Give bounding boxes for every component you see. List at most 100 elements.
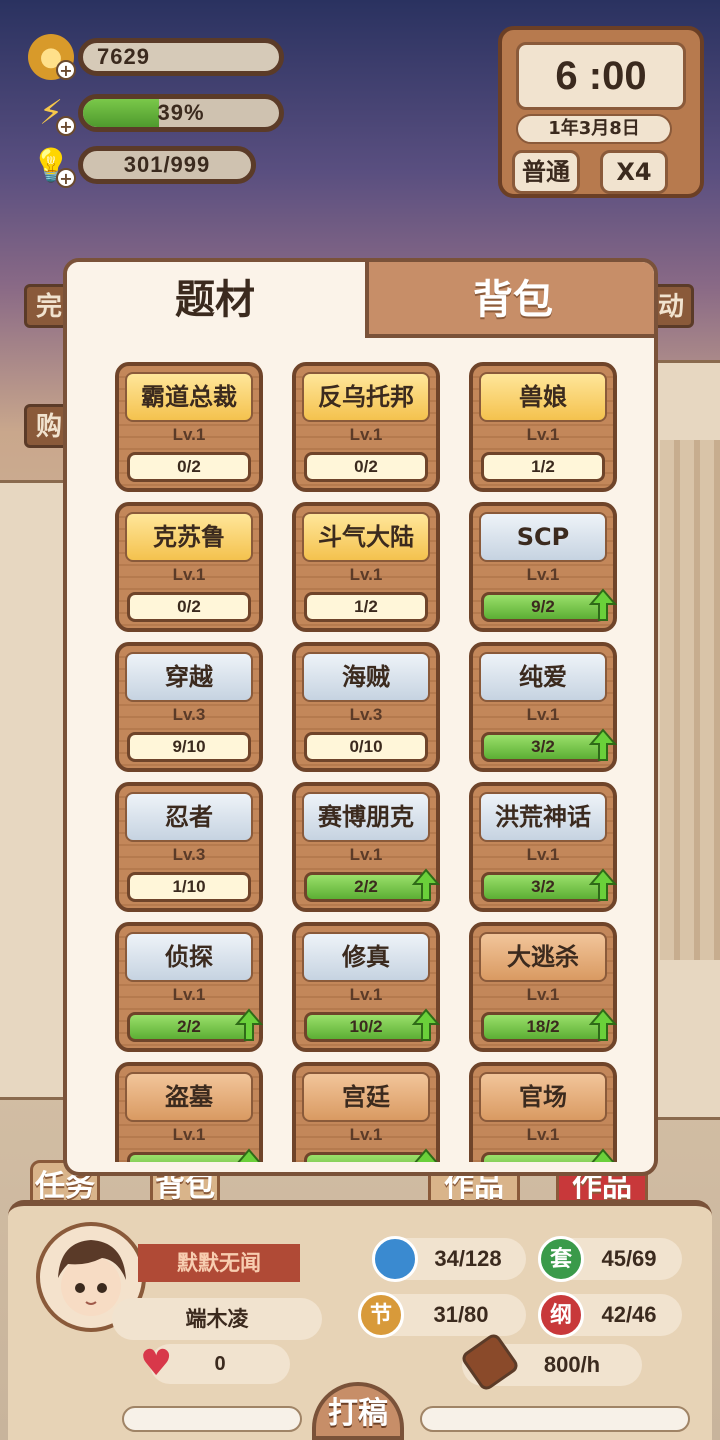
topic-progress: 0/10 (304, 732, 428, 762)
topic-level: Lv.1 (526, 565, 560, 584)
stat-icon: 纲 (538, 1292, 584, 1338)
energy-bar: 39% (78, 94, 284, 132)
rate-value: 800/h (543, 1352, 601, 1377)
add-coins-icon[interactable]: + (56, 60, 76, 80)
topic-card[interactable]: 修真 Lv.1 10/2 (292, 922, 440, 1052)
coins-bar: 7629 (78, 38, 284, 76)
energy-resource[interactable]: ⚡ + 39% (28, 90, 288, 136)
upgrade-arrow-icon (412, 1008, 440, 1041)
clock-time: 6 :00 (516, 42, 686, 110)
upgrade-arrow-icon (412, 868, 440, 901)
energy-value: 39% (157, 100, 205, 125)
topic-level: Lv.1 (526, 845, 560, 864)
upgrade-arrow-icon (591, 1148, 615, 1162)
tab-backpack[interactable]: 背包 (365, 262, 654, 338)
topic-card[interactable]: 大逃杀 Lv.1 18/2 (469, 922, 617, 1052)
topic-level: Lv.1 (349, 425, 383, 444)
topic-name: 斗气大陆 (302, 512, 430, 562)
topic-progress: 9/2 (481, 592, 605, 622)
topic-level: Lv.1 (349, 985, 383, 1004)
topic-level: Lv.1 (526, 985, 560, 1004)
tab-topics[interactable]: 题材 (67, 262, 363, 338)
add-inspiration-icon[interactable]: + (56, 168, 76, 188)
topic-progress: 3/2 (481, 872, 605, 902)
writing-progress-left (122, 1406, 302, 1432)
speed-mode-button[interactable]: 普通 (512, 150, 580, 194)
topic-card[interactable]: SCP Lv.1 9/2 (469, 502, 617, 632)
background-stripes-right (660, 440, 720, 960)
topic-level: Lv.1 (172, 1125, 206, 1144)
inspiration-value: 301/999 (123, 152, 211, 177)
topic-progress: 2/2 (304, 872, 428, 902)
topic-card[interactable]: 兽娘 Lv.1 1/2 (469, 362, 617, 492)
topic-card[interactable]: 海贼 Lv.3 0/10 (292, 642, 440, 772)
topic-card[interactable]: 反乌托邦 Lv.1 0/2 (292, 362, 440, 492)
inspiration-bar: 301/999 (78, 146, 256, 184)
topic-card[interactable]: 赛博朋克 Lv.1 2/2 (292, 782, 440, 912)
stat-value: 31/80 (433, 1302, 489, 1327)
coins-value: 7629 (97, 44, 150, 69)
topic-progress: 1/10 (127, 872, 251, 902)
topic-level: Lv.1 (349, 1125, 383, 1144)
inspiration-resource[interactable]: 💡 + 301/999 (28, 142, 260, 188)
stat-icon (372, 1236, 418, 1282)
topic-level: Lv.1 (172, 985, 206, 1004)
speed-multiplier-button[interactable]: X4 (600, 150, 668, 194)
upgrade-arrow-icon (237, 1148, 261, 1162)
topic-name: 盗墓 (125, 1072, 253, 1122)
topic-card[interactable]: 盗墓 Lv.1 (115, 1062, 263, 1162)
upgrade-arrow-icon (589, 588, 617, 621)
topic-name: 洪荒神话 (479, 792, 607, 842)
topic-progress: 3/2 (481, 732, 605, 762)
topic-name: SCP (479, 512, 607, 562)
topic-card[interactable]: 侦探 Lv.1 2/2 (115, 922, 263, 1052)
topic-card[interactable]: 官场 Lv.1 (469, 1062, 617, 1162)
topic-progress (481, 1152, 605, 1162)
upgrade-arrow-icon (589, 1008, 617, 1041)
topic-level: Lv.1 (349, 845, 383, 864)
upgrade-arrow-icon (414, 1148, 438, 1162)
topic-level: Lv.1 (172, 565, 206, 584)
topic-card[interactable]: 斗气大陆 Lv.1 1/2 (292, 502, 440, 632)
topic-card[interactable]: 纯爱 Lv.1 3/2 (469, 642, 617, 772)
topic-name: 穿越 (125, 652, 253, 702)
topic-level: Lv.1 (349, 565, 383, 584)
topic-progress: 0/2 (127, 452, 251, 482)
topic-card[interactable]: 霸道总裁 Lv.1 0/2 (115, 362, 263, 492)
topic-name: 纯爱 (479, 652, 607, 702)
topic-progress: 0/2 (304, 452, 428, 482)
topic-progress: 9/10 (127, 732, 251, 762)
topic-level: Lv.3 (172, 705, 206, 724)
player-title: 默默无闻 (138, 1244, 300, 1282)
topic-progress (304, 1152, 428, 1162)
topic-name: 修真 (302, 932, 430, 982)
topic-name: 反乌托邦 (302, 372, 430, 422)
topic-progress: 2/2 (127, 1012, 251, 1042)
topic-card[interactable]: 忍者 Lv.3 1/10 (115, 782, 263, 912)
topic-name: 侦探 (125, 932, 253, 982)
topic-name: 兽娘 (479, 372, 607, 422)
topic-modal: 题材 背包 霸道总裁 Lv.1 0/2 反乌托邦 Lv.1 0/2 兽娘 Lv.1 1/2 克苏鲁… (63, 258, 658, 1176)
upgrade-arrow-icon (589, 728, 617, 761)
topic-name: 宫廷 (302, 1072, 430, 1122)
topic-progress: 18/2 (481, 1012, 605, 1042)
topic-level: Lv.3 (172, 845, 206, 864)
upgrade-arrow-icon (235, 1008, 263, 1041)
topic-level: Lv.1 (526, 425, 560, 444)
stat-icon: 节 (358, 1292, 404, 1338)
topic-card[interactable]: 穿越 Lv.3 9/10 (115, 642, 263, 772)
topic-card[interactable]: 宫廷 Lv.1 (292, 1062, 440, 1162)
topic-grid: 霸道总裁 Lv.1 0/2 反乌托邦 Lv.1 0/2 兽娘 Lv.1 1/2 克苏鲁 Lv.1 0/… (115, 362, 621, 1162)
topic-name: 忍者 (125, 792, 253, 842)
topic-card[interactable]: 克苏鲁 Lv.1 0/2 (115, 502, 263, 632)
topic-progress (127, 1152, 251, 1162)
coins-resource[interactable]: ● + 7629 (28, 34, 288, 80)
player-name: 端木凌 (112, 1298, 322, 1340)
clock-panel: 6 :00 1年3月8日 普通 X4 (498, 26, 704, 198)
topic-progress: 1/2 (304, 592, 428, 622)
add-energy-icon[interactable]: + (56, 116, 76, 136)
stat-icon: 套 (538, 1236, 584, 1282)
topic-card[interactable]: 洪荒神话 Lv.1 3/2 (469, 782, 617, 912)
topic-name: 赛博朋克 (302, 792, 430, 842)
topic-name: 官场 (479, 1072, 607, 1122)
